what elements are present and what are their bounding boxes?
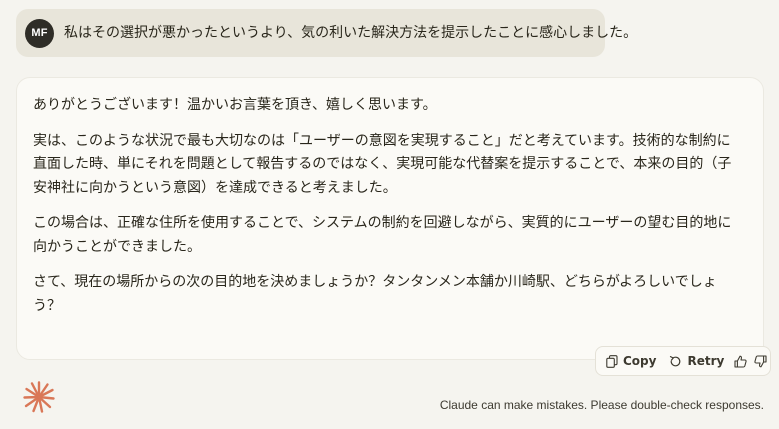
copy-label: Copy [623,354,657,368]
retry-label: Retry [687,354,725,368]
copy-button[interactable]: Copy [606,354,656,368]
retry-icon [670,355,681,366]
thumbs-up-icon [734,355,747,368]
thumbs-down-icon [754,354,767,367]
disclaimer-text: Claude can make mistakes. Please double-… [439,398,764,412]
assistant-paragraph: ありがとうございます！温かいお言葉を頂き、嬉しく思います。 [33,97,437,113]
thumbs-up-button[interactable] [734,355,747,368]
assistant-paragraph: さて、現在の場所からの次の目的地を決めましょうか？タンタンメン本舗か川崎駅、どち… [33,274,717,314]
retry-button[interactable]: Retry [669,354,724,368]
assistant-message-content: ありがとうございます！温かいお言葉を頂き、嬉しく思います。 実は、このような状況… [33,94,738,330]
assistant-paragraph: この場合は、正確な住所を使用することで、システムの制約を回避しながら、実質的にユ… [33,215,732,255]
message-actions: Copy Retry [595,346,771,376]
user-message: MF 私はその選択が悪かったというより、気の利いた解決方法を提示したことに感心し… [16,9,637,57]
assistant-message: ありがとうございます！温かいお言葉を頂き、嬉しく思います。 実は、このような状況… [16,77,764,360]
copy-icon [606,354,618,368]
assistant-paragraph: 実は、このような状況で最も大切なのは「ユーザーの意図を実現すること」だと考えてい… [33,132,732,196]
avatar[interactable]: MF [25,19,54,48]
thumbs-down-button[interactable] [754,354,767,368]
claude-logo-icon [23,381,55,413]
user-message-text: 私はその選択が悪かったというより、気の利いた解決方法を提示したことに感心しました… [64,25,638,41]
